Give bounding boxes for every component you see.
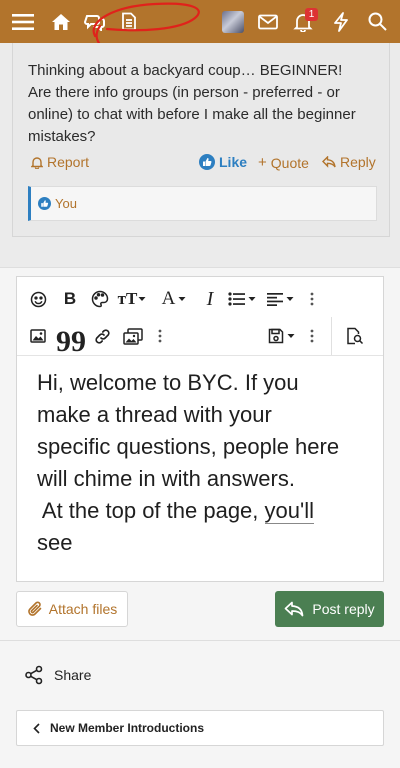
image-icon[interactable]	[27, 325, 49, 347]
reply-button[interactable]: Reply	[322, 154, 376, 170]
chat-bubbles-icon[interactable]	[77, 0, 113, 43]
home-icon[interactable]	[43, 0, 79, 43]
more-icon[interactable]	[305, 325, 319, 347]
editor-line: see	[37, 530, 73, 555]
post-line: Are there info groups (in person - prefe…	[28, 84, 340, 101]
like-label: Like	[219, 154, 248, 170]
more-icon[interactable]	[305, 288, 319, 310]
quote-label: Quote	[270, 154, 309, 171]
editor-line: specific questions, people here	[37, 434, 340, 459]
post-actions: Report Like + Quote Reply	[13, 154, 389, 174]
top-navigation-bar: 1	[0, 0, 400, 53]
quote-button[interactable]: + Quote	[258, 154, 309, 171]
document-icon[interactable]	[111, 0, 147, 43]
toolbar-divider	[331, 317, 332, 355]
reply-label: Reply	[340, 154, 376, 170]
post-body: Thinking about a backyard coup… BEGINNER…	[28, 60, 378, 148]
editor-line-text: At the top of the page,	[37, 498, 259, 523]
like-button[interactable]: Like	[199, 154, 247, 170]
search-icon[interactable]	[359, 0, 395, 43]
lightning-icon[interactable]	[323, 0, 359, 43]
page-footer-section: Share New Member Introductions	[0, 640, 400, 768]
link-icon[interactable]	[91, 325, 113, 347]
report-button[interactable]: Report	[31, 154, 89, 170]
breadcrumb-label: New Member Introductions	[50, 721, 205, 735]
mail-icon[interactable]	[250, 0, 286, 43]
separator	[0, 246, 400, 267]
bell-icon[interactable]: 1	[285, 0, 321, 43]
bell-icon	[31, 156, 43, 169]
paperclip-icon	[27, 601, 42, 616]
font-color-icon[interactable]: A	[159, 288, 189, 310]
editor-line: Hi, welcome to BYC. If you	[37, 370, 299, 395]
media-icon[interactable]	[121, 325, 145, 347]
text-size-icon[interactable]: тT	[117, 288, 147, 310]
bold-icon[interactable]: B	[59, 288, 81, 310]
editor-line: will chime in with answers.	[37, 466, 295, 491]
save-draft-icon[interactable]	[265, 325, 297, 347]
reply-editor: B тT A I 99 Hi, welcome to BYC. If you m…	[16, 276, 384, 582]
share-icon	[25, 665, 43, 685]
post-message: Thinking about a backyard coup… BEGINNER…	[12, 43, 390, 237]
quote-icon[interactable]: 99	[56, 325, 86, 357]
share-button[interactable]: Share	[24, 665, 91, 685]
reply-text-area[interactable]: Hi, welcome to BYC. If you make a thread…	[37, 367, 367, 559]
post-line: Thinking about a backyard coup… BEGINNER…	[28, 62, 343, 79]
attach-files-button[interactable]: Attach files	[16, 591, 128, 627]
post-reply-label: Post reply	[312, 601, 375, 617]
more-icon[interactable]	[153, 325, 167, 347]
menu-icon[interactable]	[5, 0, 41, 43]
quick-reply-section: B тT A I 99 Hi, welcome to BYC. If you m…	[0, 267, 400, 641]
plus-icon: +	[258, 154, 267, 171]
attach-files-label: Attach files	[48, 601, 118, 617]
spellcheck-underlined-word: you'll	[264, 498, 314, 524]
palette-icon[interactable]	[89, 288, 111, 310]
thumbs-up-icon	[38, 197, 51, 210]
post-line: mistakes?	[28, 128, 96, 145]
reaction-user[interactable]: You	[55, 196, 77, 211]
share-label: Share	[54, 667, 92, 683]
preview-icon[interactable]	[343, 325, 367, 347]
editor-line: make a thread with your	[37, 402, 272, 427]
post-line: online) to chat with before I make all t…	[28, 106, 356, 123]
align-icon[interactable]	[265, 288, 295, 310]
notification-badge: 1	[305, 8, 318, 21]
editor-toolbar: B тT A I 99	[17, 277, 383, 357]
avatar[interactable]	[215, 0, 251, 43]
reactions-bar[interactable]: You	[28, 186, 377, 221]
italic-icon[interactable]: I	[199, 288, 221, 310]
reply-arrow-icon	[322, 156, 336, 168]
report-label: Report	[47, 154, 90, 170]
chevron-left-icon	[33, 722, 40, 734]
editor-line: At the top of the page, you'll	[37, 495, 367, 527]
post-reply-button[interactable]: Post reply	[275, 591, 384, 627]
list-icon[interactable]	[227, 288, 257, 310]
emoji-icon[interactable]	[27, 288, 49, 310]
thumbs-up-icon	[199, 154, 215, 170]
reply-arrow-icon	[285, 601, 304, 617]
breadcrumb[interactable]: New Member Introductions	[16, 710, 384, 746]
